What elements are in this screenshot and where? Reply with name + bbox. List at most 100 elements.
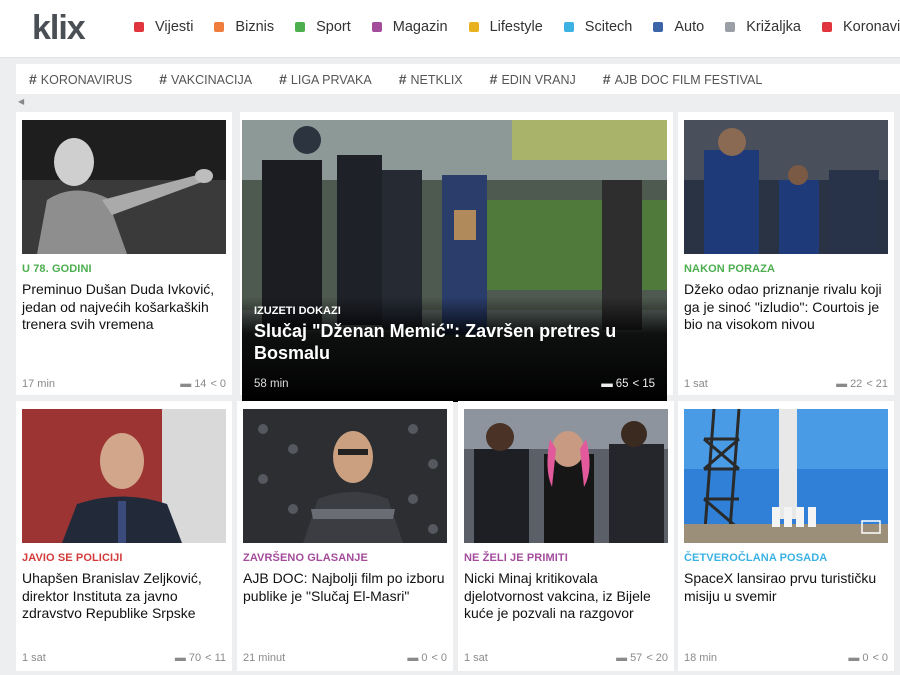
article-thumbnail[interactable] <box>684 120 888 254</box>
category-color-dot <box>134 22 144 32</box>
tag-label: KORONAVIRUS <box>40 73 133 87</box>
article-title[interactable]: Džeko odao priznanje rivalu koji ga je s… <box>684 281 888 334</box>
nav-label: Koronavirus <box>843 19 900 35</box>
tag-label: EDIN VRANJ <box>501 73 576 87</box>
share-count: 0 <box>440 652 447 664</box>
article-title[interactable]: AJB DOC: Najbolji film po izboru publike… <box>243 570 447 605</box>
article-time: 21 minut <box>243 652 286 664</box>
nav-label: Auto <box>674 19 705 35</box>
hash-icon: # <box>279 71 287 87</box>
article-title[interactable]: Preminuo Dušan Duda Ivković, jedan od na… <box>22 281 226 334</box>
article-thumbnail[interactable] <box>22 409 226 543</box>
article-card[interactable]: U 78. GODINI Preminuo Dušan Duda Ivković… <box>16 112 232 395</box>
article-stats: ▬ 22 <21 <box>832 378 888 390</box>
article-thumbnail[interactable] <box>243 409 447 543</box>
featured-image[interactable]: IZUZETI DOKAZI Slučaj "Dženan Memić": Za… <box>242 120 667 402</box>
share-count: 0 <box>219 378 226 390</box>
article-thumbnail[interactable] <box>22 120 226 254</box>
article-thumbnail[interactable] <box>464 409 668 543</box>
nav-label: Vijesti <box>155 19 194 35</box>
main-nav: Vijesti Biznis Sport Magazin Lifestyle S… <box>134 19 900 35</box>
hash-icon: # <box>29 71 37 87</box>
article-time: 18 min <box>684 652 718 664</box>
share-icon: < <box>632 378 640 390</box>
featured-stats: ▬ 65 <15 <box>597 378 655 390</box>
category-color-dot <box>653 22 664 32</box>
comment-icon: ▬ <box>848 652 860 664</box>
article-stats: ▬ 14 <0 <box>176 378 226 390</box>
hash-icon: # <box>602 71 611 87</box>
site-header: klix Vijesti Biznis Sport Magazin Lifest… <box>0 0 900 58</box>
tag-vakcinacija[interactable]: # VAKCINACIJA <box>159 71 252 87</box>
tag-ajb-doc[interactable]: # AJB DOC FILM FESTIVAL <box>603 71 763 87</box>
article-kicker: JAVIO SE POLICIJI <box>22 552 123 564</box>
share-icon: < <box>431 652 438 664</box>
article-time: 1 sat <box>22 652 46 664</box>
klix-logo[interactable]: klix <box>32 10 112 44</box>
article-kicker: U 78. GODINI <box>22 263 92 275</box>
nav-label: Sport <box>316 19 351 35</box>
svg-text:klix: klix <box>32 10 86 44</box>
share-icon: < <box>866 378 873 390</box>
tag-koronavirus[interactable]: # KORONAVIRUS <box>29 71 132 87</box>
scroll-left-arrow-icon[interactable]: ◀ <box>18 97 24 106</box>
article-card[interactable]: NE ŽELI JE PRIMITI Nicki Minaj kritikova… <box>458 401 674 671</box>
featured-article[interactable]: IZUZETI DOKAZI Slučaj "Dženan Memić": Za… <box>240 112 673 402</box>
comment-icon: ▬ <box>174 652 186 664</box>
comment-count: 0 <box>862 652 869 664</box>
share-icon: < <box>205 652 212 664</box>
comment-count: 70 <box>188 652 202 664</box>
comment-count: 22 <box>850 378 863 390</box>
share-count: 15 <box>642 378 655 390</box>
article-card[interactable]: NAKON PORAZA Džeko odao priznanje rivalu… <box>678 112 894 395</box>
article-time: 1 sat <box>684 378 708 390</box>
share-count: 21 <box>875 378 888 390</box>
article-stats: ▬ 0 <0 <box>403 652 447 664</box>
nav-item-biznis[interactable]: Biznis <box>214 19 274 35</box>
share-icon: < <box>210 378 217 390</box>
featured-kicker: IZUZETI DOKAZI <box>254 305 341 317</box>
tag-label: NETKLIX <box>410 73 463 87</box>
nav-item-magazin[interactable]: Magazin <box>371 19 448 35</box>
nav-item-lifestyle[interactable]: Lifestyle <box>468 19 543 35</box>
nav-item-scitech[interactable]: Scitech <box>563 19 632 35</box>
article-title[interactable]: Nicki Minaj kritikovala djelotvornost va… <box>464 570 668 623</box>
nav-item-auto[interactable]: Auto <box>653 19 704 35</box>
article-time: 17 min <box>22 378 56 390</box>
comment-count: 57 <box>630 652 643 664</box>
nav-item-sport[interactable]: Sport <box>295 19 351 35</box>
hash-icon: # <box>159 71 168 87</box>
comment-icon: ▬ <box>616 652 628 664</box>
tag-edin-vranj[interactable]: # EDIN VRANJ <box>490 71 576 87</box>
article-thumbnail[interactable] <box>684 409 888 543</box>
article-stats: ▬ 70 <11 <box>171 652 226 664</box>
article-title[interactable]: SpaceX lansirao prvu turističku misiju u… <box>684 570 888 605</box>
comment-count: 65 <box>615 378 629 390</box>
nav-item-krizaljka[interactable]: Križaljka <box>725 19 801 35</box>
nav-item-vijesti[interactable]: Vijesti <box>134 19 193 35</box>
category-color-dot <box>563 22 574 32</box>
tag-label: LIGA PRVAKA <box>290 73 372 87</box>
comment-count: 14 <box>194 378 207 390</box>
featured-title[interactable]: Slučaj "Dženan Memić": Završen pretres u… <box>254 320 647 364</box>
category-color-dot <box>725 22 736 32</box>
comment-icon: ▬ <box>407 652 419 664</box>
trending-tags-bar: # KORONAVIRUS # VAKCINACIJA # LIGA PRVAKA #… <box>16 64 900 94</box>
comment-icon: ▬ <box>836 378 848 390</box>
featured-time: 58 min <box>254 378 289 390</box>
nav-item-koronavirus[interactable]: Koronavirus <box>822 19 900 35</box>
article-kicker: ZAVRŠENO GLASANJE <box>243 552 368 564</box>
share-count: 11 <box>214 652 226 664</box>
category-color-dot <box>822 22 832 32</box>
category-color-dot <box>214 22 225 32</box>
hash-icon: # <box>489 71 498 87</box>
hash-icon: # <box>398 71 407 87</box>
article-card[interactable]: JAVIO SE POLICIJI Uhapšen Branislav Zelj… <box>16 401 232 671</box>
article-card[interactable]: ČETVEROČLANA POSADA SpaceX lansirao prvu… <box>678 401 894 671</box>
nav-label: Magazin <box>392 19 448 35</box>
article-title[interactable]: Uhapšen Branislav Zeljković, direktor In… <box>22 570 226 623</box>
tag-liga-prvaka[interactable]: # LIGA PRVAKA <box>279 71 372 87</box>
article-card[interactable]: ZAVRŠENO GLASANJE AJB DOC: Najbolji film… <box>237 401 453 671</box>
category-color-dot <box>468 22 479 32</box>
tag-netklix[interactable]: # NETKLIX <box>399 71 463 87</box>
